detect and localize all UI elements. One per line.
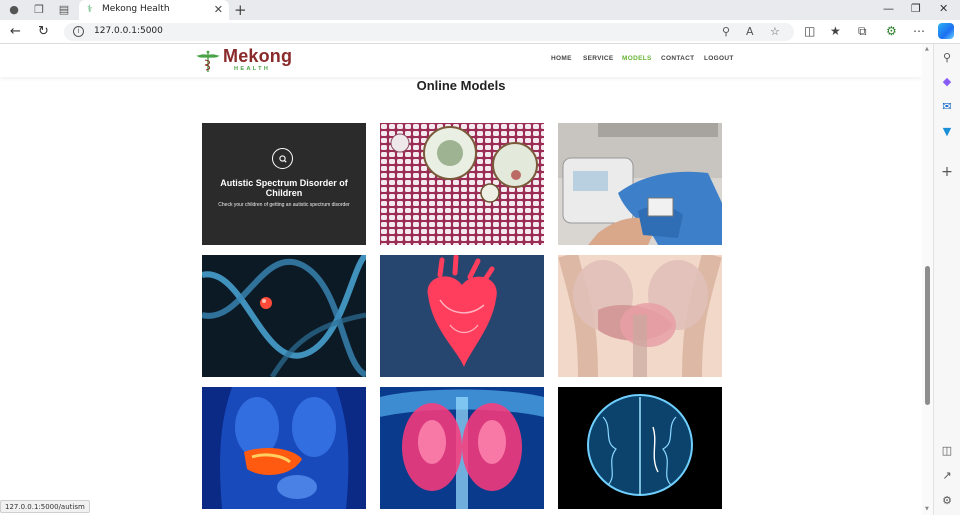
zoom-icon[interactable]: ⚲ <box>722 25 730 38</box>
search-sidebar-icon[interactable]: ⚲ <box>940 51 954 65</box>
nav-models[interactable]: MODELS <box>622 55 652 62</box>
sidebar-layout-icon[interactable]: ◫ <box>940 444 954 458</box>
page-title: Online Models <box>416 78 506 93</box>
favorites-icon[interactable]: ★ <box>830 24 841 38</box>
read-aloud-icon[interactable]: A <box>746 25 754 38</box>
nav-service[interactable]: SERVICE <box>583 55 614 62</box>
glucose-meter-image <box>558 123 722 245</box>
heart-anatomy-image <box>380 255 544 377</box>
back-icon[interactable]: ← <box>10 24 21 39</box>
vertical-tabs-icon[interactable]: ▤ <box>57 3 71 17</box>
dna-helix-image <box>202 255 366 377</box>
caduceus-favicon-icon: ⚕ <box>87 4 93 15</box>
model-card-dna[interactable] <box>202 255 366 377</box>
brain-xray-image <box>558 387 722 509</box>
model-card-cell-microscopy[interactable] <box>380 123 544 245</box>
brand-subtitle: HEALTH <box>234 66 271 72</box>
browser-tab[interactable]: ⚕ Mekong Health ✕ <box>79 0 229 20</box>
abdomen-anatomy-image <box>558 255 722 377</box>
site-logo[interactable]: Mekong HEALTH <box>196 46 292 75</box>
minimize-icon[interactable]: — <box>883 2 894 15</box>
card-description: Check your children of getting an autist… <box>218 202 350 208</box>
nav-contact[interactable]: CONTACT <box>661 55 694 62</box>
add-sidebar-app-icon[interactable]: + <box>940 165 954 179</box>
model-card-brain[interactable] <box>558 387 722 509</box>
close-tab-icon[interactable]: ✕ <box>214 3 223 16</box>
new-tab-icon[interactable]: + <box>234 1 247 19</box>
restore-icon[interactable]: ❐ <box>911 2 921 15</box>
model-card-autism[interactable]: Autistic Spectrum Disorder of Children C… <box>202 123 366 245</box>
site-header: Mekong HEALTH HOME SERVICE MODELS CONTAC… <box>0 44 922 77</box>
games-icon[interactable]: ▼ <box>940 125 954 139</box>
cell-microscopy-image <box>380 123 544 245</box>
url-text[interactable]: 127.0.0.1:5000 <box>94 26 163 36</box>
lungs-xray-image <box>380 387 544 509</box>
browser-toolbar: ← ↻ i 127.0.0.1:5000 ⚲ A ☆ ◫ ★ ⧉ ⚙ ⋯ <box>0 20 960 44</box>
more-menu-icon[interactable]: ⋯ <box>913 24 925 38</box>
scroll-up-arrow-icon[interactable]: ▲ <box>925 46 929 52</box>
edge-sidebar: ⚲ ◆ ✉ ▼ + ◫ ↗ ⚙ <box>933 44 960 515</box>
settings-gear-icon[interactable]: ⚙ <box>940 494 954 508</box>
liver-xray-image <box>202 387 366 509</box>
collections-icon[interactable]: ⧉ <box>858 24 867 39</box>
card-title: Autistic Spectrum Disorder of Children <box>220 178 348 198</box>
scrollbar-thumb[interactable] <box>925 266 930 405</box>
tab-title: Mekong Health <box>102 4 170 14</box>
link-status-bar: 127.0.0.1:5000/autism <box>0 500 90 513</box>
scroll-down-arrow-icon[interactable]: ▼ <box>925 506 929 512</box>
outlook-icon[interactable]: ✉ <box>940 100 954 114</box>
caduceus-logo-icon <box>196 50 220 72</box>
workspaces-icon[interactable]: ❐ <box>32 3 46 17</box>
nav-home[interactable]: HOME <box>551 55 572 62</box>
refresh-icon[interactable]: ↻ <box>38 24 49 39</box>
close-window-icon[interactable]: ✕ <box>939 2 948 15</box>
model-card-abdomen[interactable] <box>558 255 722 377</box>
model-card-heart[interactable] <box>380 255 544 377</box>
copilot-icon[interactable] <box>938 23 954 39</box>
favorite-star-icon[interactable]: ☆ <box>770 25 780 38</box>
nav-logout[interactable]: LOGOUT <box>704 55 734 62</box>
brand-name: Mekong <box>223 46 293 66</box>
model-card-lungs[interactable] <box>380 387 544 509</box>
model-card-diabetes[interactable] <box>558 123 722 245</box>
profile-icon[interactable]: ● <box>7 3 21 17</box>
address-bar[interactable]: i 127.0.0.1:5000 ⚲ A ☆ <box>64 23 794 41</box>
split-screen-icon[interactable]: ◫ <box>804 24 815 38</box>
extension-icon[interactable]: ⚙ <box>886 24 897 38</box>
page-viewport: Mekong HEALTH HOME SERVICE MODELS CONTAC… <box>0 44 922 515</box>
shopping-icon[interactable]: ◆ <box>940 75 954 89</box>
site-info-icon[interactable]: i <box>73 26 84 37</box>
search-icon[interactable] <box>272 148 293 169</box>
model-card-liver[interactable] <box>202 387 366 509</box>
external-link-icon[interactable]: ↗ <box>940 469 954 483</box>
browser-tab-bar: ● ❐ ▤ ⚕ Mekong Health ✕ + — ❐ ✕ <box>0 0 960 20</box>
